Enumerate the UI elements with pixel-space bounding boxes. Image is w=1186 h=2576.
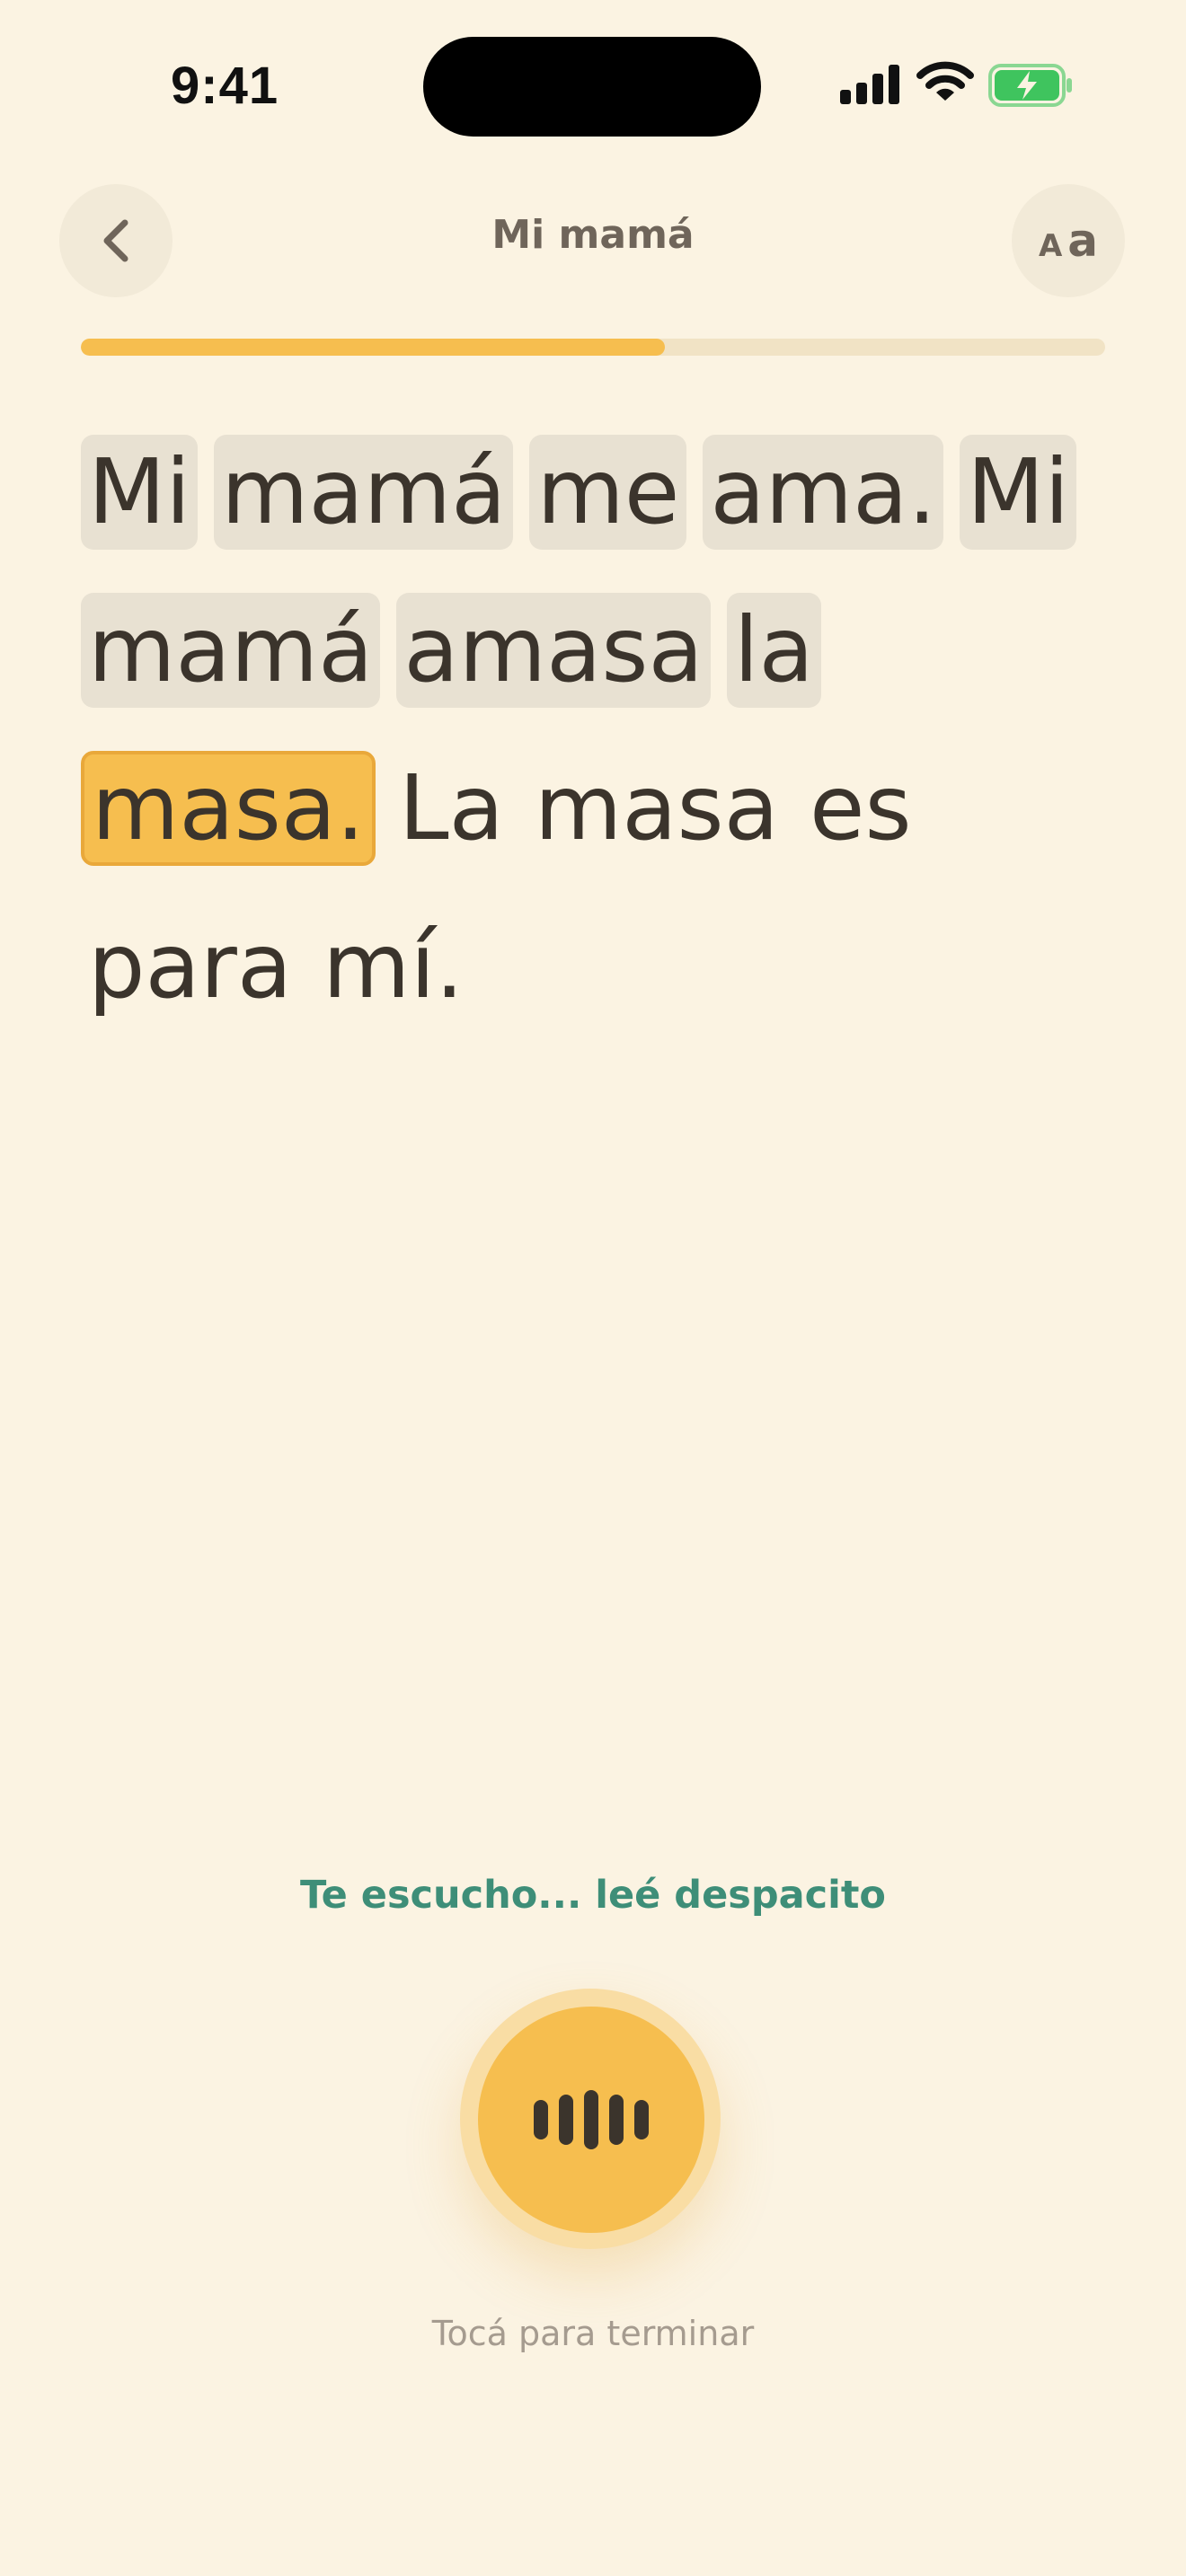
reading-word-pending[interactable]: para [81,909,299,1024]
reading-word-current[interactable]: masa. [81,751,376,866]
listening-prompt: Te escucho... leé despacito [300,1873,886,1918]
reading-word-read[interactable]: amasa [396,593,711,708]
reading-progress-fill [81,339,665,356]
page-title: Mi mamá [491,212,695,258]
finish-hint: Tocá para terminar [431,2314,755,2353]
font-glyph-small: A [1038,228,1063,264]
reading-word-pending[interactable]: mí. [315,909,471,1024]
chevron-left-icon [103,219,128,262]
stop-listening-button[interactable] [478,2007,704,2233]
reading-word-pending[interactable]: La [392,751,511,866]
reading-word-read[interactable]: mamá [81,593,381,708]
cellular-signal-icon [840,65,899,104]
sound-wave-bar [584,2090,598,2149]
text-size-icon: A a [1039,215,1098,267]
font-glyph-large: a [1067,215,1099,267]
wifi-icon [916,61,974,101]
reading-text: Mi mamá me ama. Mi mamá amasa la masa. La masa es pa… [81,435,1105,1024]
dynamic-island [423,37,761,137]
reading-word-pending[interactable]: es [802,751,919,866]
status-bar: 9:41 [0,0,1186,171]
reading-word-read[interactable]: Mi [960,435,1077,550]
battery-charging-icon [988,64,1072,107]
sound-wave-bar [559,2095,573,2145]
sound-wave-bar [609,2095,624,2145]
sound-wave-bar [534,2100,548,2139]
reading-word-read[interactable]: mamá [214,435,514,550]
font-size-button[interactable]: A a [1012,184,1125,297]
reading-word-read[interactable]: Mi [81,435,199,550]
reading-word-pending[interactable]: masa [527,751,786,866]
reading-progress-bar [81,339,1105,356]
reading-word-read[interactable]: ama. [703,435,944,550]
status-time: 9:41 [171,57,279,115]
back-button[interactable] [59,184,173,297]
sound-wave-bar [634,2100,649,2139]
reading-word-read[interactable]: me [529,435,687,550]
reading-screen: 9:41 Mi mamá A a Mi mamá me ama. Mi mamá… [0,0,1186,2576]
reading-word-read[interactable]: la [726,593,821,708]
